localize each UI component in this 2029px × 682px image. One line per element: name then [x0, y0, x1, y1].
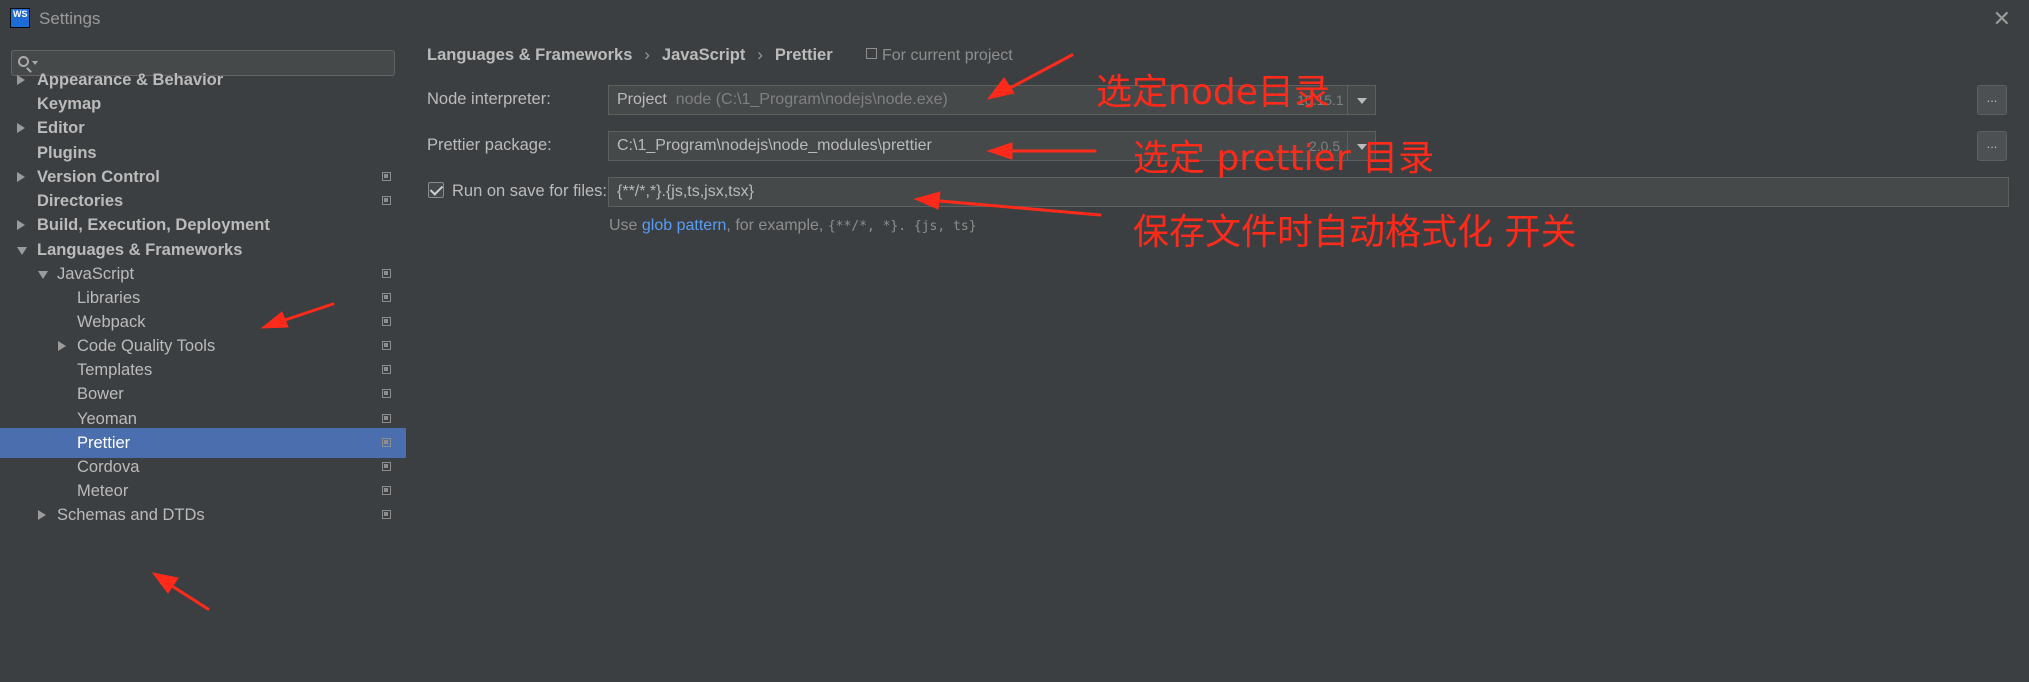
- title-bar: Settings ✕: [0, 0, 2029, 38]
- expand-arrow-icon[interactable]: [17, 123, 25, 133]
- project-scope-icon: [382, 486, 391, 495]
- project-scope-icon: [382, 317, 391, 326]
- prettier-package-label: Prettier package:: [427, 136, 552, 154]
- project-scope-icon: [382, 293, 391, 302]
- node-interpreter-value: Project node (C:\1_Program\nodejs\node.e…: [617, 91, 948, 109]
- run-on-save-pattern-value: {**/*,*}.{js,ts,jsx,tsx}: [617, 183, 754, 200]
- project-scope-label: For current project: [866, 47, 1013, 65]
- glob-hint: Use glob pattern, for example, {**/*, *}…: [609, 217, 977, 235]
- sidebar-item-schemas-and-dtds[interactable]: Schemas and DTDs: [0, 500, 406, 530]
- breadcrumb-separator: ›: [757, 46, 763, 64]
- sidebar-item-label: Schemas and DTDs: [57, 506, 205, 524]
- settings-sidebar: Appearance & Behavior Keymap Editor Plug…: [0, 38, 406, 682]
- expand-arrow-icon[interactable]: [17, 172, 25, 182]
- hint-middle: , for example,: [726, 217, 824, 234]
- project-scope-text: For current project: [882, 47, 1013, 64]
- annotation-prettier-dir: 选定 prettier 目录: [1133, 138, 1435, 179]
- expand-arrow-icon[interactable]: [17, 75, 25, 85]
- project-scope-icon: [382, 269, 391, 278]
- project-scope-icon: [382, 365, 391, 374]
- collapse-arrow-icon[interactable]: [38, 271, 48, 279]
- annotation-format-on-save: 保存文件时自动格式化 开关: [1133, 212, 1577, 253]
- webstorm-logo-icon: [10, 8, 30, 28]
- breadcrumb-separator: ›: [644, 46, 650, 64]
- breadcrumb: Languages & Frameworks › JavaScript › Pretti…: [427, 46, 833, 68]
- window-title: Settings: [39, 9, 101, 28]
- expand-arrow-icon[interactable]: [38, 510, 46, 520]
- prettier-package-browse-button[interactable]: ...: [1977, 131, 2007, 161]
- project-scope-icon: [382, 389, 391, 398]
- expand-arrow-icon[interactable]: [17, 220, 25, 230]
- node-interpreter-path: node (C:\1_Program\nodejs\node.exe): [675, 91, 948, 108]
- node-interpreter-dropdown-chevron-icon[interactable]: [1347, 86, 1376, 114]
- project-scope-icon: [382, 341, 391, 350]
- project-scope-icon: [382, 172, 391, 181]
- close-icon[interactable]: ✕: [1993, 6, 2011, 32]
- breadcrumb-item: JavaScript: [661, 46, 746, 64]
- prettier-package-path: C:\1_Program\nodejs\node_modules\prettie…: [617, 137, 932, 154]
- breadcrumb-item: Prettier: [774, 46, 833, 64]
- project-scope-icon: [382, 414, 391, 423]
- glob-pattern-link[interactable]: glob pattern: [642, 217, 727, 234]
- project-scope-icon: [382, 510, 391, 519]
- hint-prefix: Use: [609, 217, 638, 234]
- expand-arrow-icon[interactable]: [58, 341, 66, 351]
- run-on-save-checkbox[interactable]: [428, 182, 444, 198]
- run-on-save-label: Run on save for files:: [452, 182, 607, 200]
- project-scope-icon: [382, 438, 391, 447]
- project-scope-icon: [382, 196, 391, 205]
- collapse-arrow-icon[interactable]: [17, 247, 27, 255]
- project-scope-icon: [866, 48, 877, 60]
- node-interpreter-label: Node interpreter:: [427, 90, 551, 108]
- node-interpreter-scope: Project: [617, 91, 667, 108]
- project-scope-icon: [382, 462, 391, 471]
- hint-example: {**/*, *}. {js, ts}: [827, 219, 977, 234]
- annotation-node-dir: 选定node目录: [1096, 72, 1330, 113]
- node-interpreter-browse-button[interactable]: ...: [1977, 85, 2007, 115]
- breadcrumb-item: Languages & Frameworks: [427, 46, 633, 64]
